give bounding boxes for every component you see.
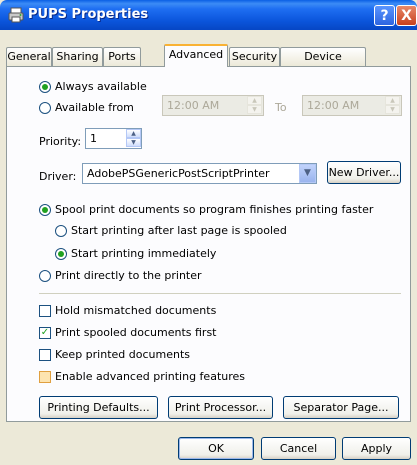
apply-button[interactable]: Apply [342, 437, 411, 460]
always-available-radio[interactable] [39, 81, 51, 93]
start-after-last-page-label: Start printing after last page is spoole… [71, 224, 287, 237]
tab-general[interactable]: General [6, 47, 52, 66]
separator-page-button[interactable]: Separator Page... [283, 396, 399, 419]
tab-ports[interactable]: Ports [103, 47, 141, 66]
help-button[interactable]: ? [374, 5, 395, 26]
spin-up-icon[interactable]: ▲ [247, 96, 262, 105]
driver-select[interactable]: AdobePSGenericPostScriptPrinter [82, 163, 317, 184]
spin-down-icon[interactable]: ▼ [126, 138, 141, 147]
tab-security[interactable]: Security [229, 47, 280, 66]
print-processor-button[interactable]: Print Processor... [168, 396, 273, 419]
from-time-spinner[interactable]: ▲ ▼ [247, 96, 262, 115]
to-time-spinner[interactable]: ▲ ▼ [385, 96, 400, 115]
advanced-features-label: Enable advanced printing features [55, 370, 246, 383]
spin-down-icon[interactable]: ▼ [385, 105, 400, 114]
cancel-button[interactable]: Cancel [261, 437, 336, 460]
spool-radio[interactable] [39, 204, 51, 216]
driver-label: Driver: [39, 170, 77, 183]
spooled-first-label: Print spooled documents first [55, 326, 217, 339]
spin-up-icon[interactable]: ▲ [126, 129, 141, 138]
new-driver-button[interactable]: New Driver... [327, 161, 401, 184]
ok-button[interactable]: OK [178, 437, 254, 460]
spool-label: Spool print documents so program finishe… [55, 203, 374, 216]
keep-printed-label: Keep printed documents [55, 348, 191, 361]
start-immediately-radio[interactable] [55, 248, 67, 260]
window-title: PUPS Properties [28, 7, 149, 22]
spin-down-icon[interactable]: ▼ [247, 105, 262, 114]
spin-up-icon[interactable]: ▲ [385, 96, 400, 105]
print-directly-label: Print directly to the printer [55, 269, 202, 282]
tab-strip: General Sharing Ports Advanced Security … [0, 30, 417, 81]
advanced-features-checkbox[interactable] [39, 371, 51, 383]
priority-label: Priority: [39, 135, 82, 148]
advanced-panel: Always available Available from 12:00 AM… [6, 66, 411, 422]
keep-printed-checkbox[interactable] [39, 349, 51, 361]
hold-mismatched-checkbox[interactable] [39, 305, 51, 317]
chevron-down-icon[interactable]: ▼ [299, 164, 316, 183]
tab-device-settings[interactable]: Device Settings [280, 47, 366, 81]
to-label: To [275, 101, 287, 114]
printing-defaults-button[interactable]: Printing Defaults... [39, 396, 158, 419]
spooled-first-checkbox[interactable]: ✓ [39, 327, 51, 339]
close-button[interactable]: X [396, 5, 417, 26]
properties-dialog: PUPS Properties ? X General Sharing Port… [0, 0, 417, 465]
always-available-label: Always available [55, 80, 147, 93]
printer-icon [8, 7, 24, 23]
hold-mismatched-label: Hold mismatched documents [55, 304, 217, 317]
available-from-radio[interactable] [39, 102, 51, 114]
title-bar[interactable]: PUPS Properties ? X [0, 0, 417, 30]
available-from-label: Available from [55, 101, 134, 114]
print-directly-radio[interactable] [39, 270, 51, 282]
divider [39, 293, 401, 294]
tab-advanced[interactable]: Advanced [164, 44, 228, 67]
tab-sharing[interactable]: Sharing [52, 47, 103, 66]
priority-spinner[interactable]: ▲ ▼ [126, 129, 141, 148]
start-immediately-label: Start printing immediately [71, 247, 217, 260]
start-after-last-page-radio[interactable] [55, 225, 67, 237]
